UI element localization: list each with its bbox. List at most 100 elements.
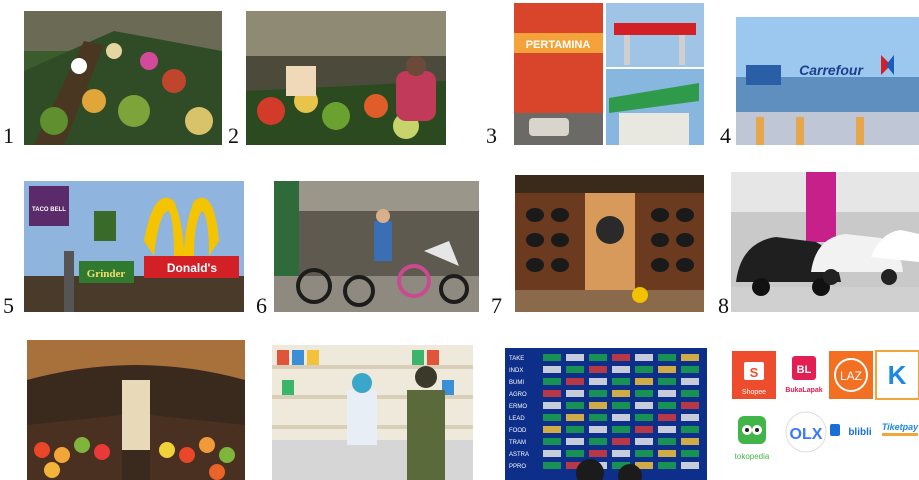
bukalapak-label: BukaLapak (785, 387, 822, 394)
helmet-shop-photo (515, 175, 704, 312)
board-cell (681, 402, 699, 409)
board-cell (658, 438, 676, 445)
board-cell (543, 438, 561, 445)
supermarket-aisle-photo (27, 340, 245, 480)
board-cell (566, 378, 584, 385)
svg-text:S: S (750, 365, 759, 380)
lazada-label: LAZ (840, 369, 862, 383)
board-cell (566, 438, 584, 445)
board-cell (635, 426, 653, 433)
bukalapak-logo: BL BukaLapak (782, 351, 826, 399)
board-cell (543, 462, 561, 469)
board-cell (635, 438, 653, 445)
grinder-sign-text: Grinder (87, 268, 126, 280)
board-row-label: AGRO (509, 392, 527, 398)
board-cell (635, 390, 653, 397)
board-cell (566, 402, 584, 409)
fuel-sign-text: PERTAMINA (526, 39, 591, 51)
image-number-1: 1 (3, 123, 14, 148)
board-cell (612, 354, 630, 361)
board-cell (681, 366, 699, 373)
image-number-8: 8 (718, 293, 729, 318)
board-row-label: LEAD (509, 416, 525, 422)
image-number-3: 3 (486, 123, 497, 148)
board-cell (612, 414, 630, 421)
board-cell (566, 366, 584, 373)
board-cell (543, 450, 561, 457)
board-cell (658, 378, 676, 385)
board-cell (589, 402, 607, 409)
board-row-label: PPRO (509, 464, 526, 470)
board-cell (589, 450, 607, 457)
board-cell (543, 402, 561, 409)
board-cell (658, 450, 676, 457)
car-showroom-photo (731, 172, 919, 312)
kredivo-logo: K (875, 350, 919, 400)
tiketpay-label: Tiketpay (882, 422, 919, 432)
board-cell (658, 390, 676, 397)
board-cell (658, 426, 676, 433)
board-cell (635, 354, 653, 361)
board-cell (658, 366, 676, 373)
board-cell (612, 438, 630, 445)
board-cell (635, 366, 653, 373)
board-cell (589, 414, 607, 421)
board-cell (543, 354, 561, 361)
ecommerce-logos: S Shopee BL BukaLapak LAZ K tokopedia OL… (730, 348, 919, 480)
board-cell (635, 450, 653, 457)
shopee-logo: S Shopee (732, 351, 776, 399)
board-cell (589, 426, 607, 433)
board-row-label: ASTRA (509, 452, 529, 458)
olx-label: OLX (790, 426, 823, 443)
board-cell (635, 414, 653, 421)
board-cell (566, 354, 584, 361)
board-cell (681, 390, 699, 397)
image-number-2: 2 (228, 123, 239, 148)
blibli-logo: blibli (830, 424, 872, 438)
carrefour-sign-text: Carrefour (799, 62, 864, 78)
board-cell (635, 402, 653, 409)
board-cell (612, 402, 630, 409)
tokopedia-logo: tokopedia (735, 416, 770, 461)
board-cell (589, 390, 607, 397)
board-cell (681, 354, 699, 361)
bicycle-shop-photo (274, 181, 479, 312)
board-cell (589, 354, 607, 361)
floating-market-photo (24, 11, 222, 145)
board-cell (612, 378, 630, 385)
board-cell (681, 378, 699, 385)
board-cell (543, 426, 561, 433)
traditional-market-photo (246, 11, 446, 145)
lazada-logo: LAZ (829, 351, 873, 399)
image-number-5: 5 (3, 293, 14, 318)
mcdonalds-sign-text: Donald's (167, 261, 218, 275)
board-cell (543, 390, 561, 397)
board-cell (612, 366, 630, 373)
board-row-label: TAKE (509, 356, 524, 362)
board-cell (589, 438, 607, 445)
board-cell (681, 414, 699, 421)
tiketpay-logo: Tiketpay (882, 422, 919, 436)
board-cell (543, 378, 561, 385)
fuel-station-collage: PERTAMINA (514, 3, 704, 145)
board-cell (566, 426, 584, 433)
image-number-6: 6 (256, 293, 267, 318)
board-cell (612, 450, 630, 457)
bell-sign-text: TACO BELL (32, 207, 66, 213)
fast-food-signs-photo: TACO BELL Donald's Grinder (24, 181, 244, 312)
board-cell (566, 450, 584, 457)
image-number-7: 7 (491, 293, 502, 318)
blibli-label: blibli (848, 427, 872, 438)
image-number-4: 4 (720, 123, 731, 148)
pharmacy-photo (272, 345, 473, 480)
tokopedia-label: tokopedia (735, 452, 770, 461)
board-cell (681, 450, 699, 457)
svg-text:K: K (888, 360, 907, 390)
board-cell (566, 390, 584, 397)
bukalapak-mark: BL (797, 364, 812, 376)
board-cell (681, 426, 699, 433)
board-cell (612, 390, 630, 397)
board-row-label: BUMI (509, 380, 524, 386)
board-cell (658, 414, 676, 421)
board-row-label: FOOD (509, 428, 527, 434)
